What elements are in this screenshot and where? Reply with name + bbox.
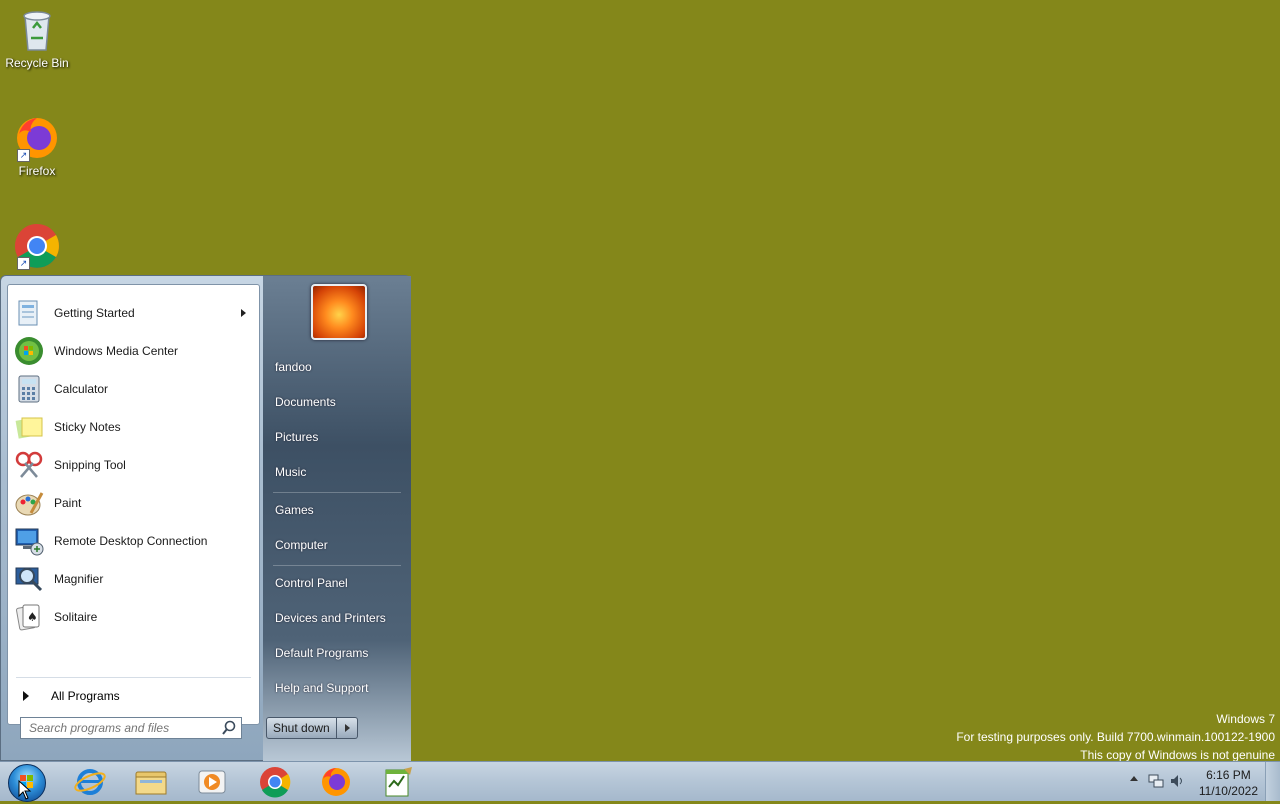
watermark-line: For testing purposes only. Build 7700.wi… [956, 730, 1275, 744]
program-label: Calculator [54, 382, 109, 396]
internet-explorer-icon [74, 769, 106, 795]
program-label: Getting Started [54, 306, 135, 320]
triangle-right-icon [23, 691, 29, 701]
shutdown-control: Shut down [266, 717, 358, 739]
mouse-cursor-icon [18, 780, 32, 800]
volume-icon[interactable] [1169, 773, 1185, 792]
program-calculator[interactable]: Calculator [11, 372, 256, 406]
menu-item-devices-printers[interactable]: Devices and Printers [275, 611, 386, 625]
program-solitaire[interactable]: ♠ Solitaire [11, 600, 256, 634]
search-box[interactable] [20, 717, 242, 739]
remote-desktop-icon [13, 525, 45, 557]
firefox-icon [322, 768, 350, 796]
program-magnifier[interactable]: Magnifier [11, 562, 256, 596]
program-paint[interactable]: Paint [11, 486, 256, 520]
media-center-icon [13, 335, 45, 367]
program-label: Snipping Tool [54, 458, 126, 472]
recycle-bin-icon [13, 6, 61, 54]
magnifier-icon [13, 563, 45, 595]
user-avatar[interactable] [311, 284, 367, 340]
all-programs-button[interactable]: All Programs [11, 683, 256, 709]
taskbar: 6:16 PM 11/10/2022 [0, 761, 1280, 802]
program-label: Solitaire [54, 610, 98, 624]
show-desktop-button[interactable] [1265, 762, 1280, 801]
menu-item-control-panel[interactable]: Control Panel [275, 576, 348, 590]
start-menu-programs-pane: Getting Started Windows Media Center Cal… [7, 284, 260, 725]
snipping-tool-icon [13, 449, 45, 481]
program-label: Magnifier [54, 572, 104, 586]
program-label: Remote Desktop Connection [54, 534, 208, 548]
program-label: Paint [54, 496, 82, 510]
submenu-arrow-icon [241, 309, 246, 317]
menu-item-computer[interactable]: Computer [275, 538, 328, 552]
menu-item-games[interactable]: Games [275, 503, 314, 517]
program-label: Sticky Notes [54, 420, 121, 434]
search-input[interactable] [21, 720, 220, 736]
separator [273, 565, 401, 566]
chrome-icon: ↗ [13, 222, 61, 270]
desktop-icon-chrome[interactable]: ↗ [4, 222, 70, 272]
clock-time: 6:16 PM [1206, 768, 1251, 782]
clock-date: 11/10/2022 [1198, 784, 1258, 798]
menu-item-user[interactable]: fandoo [275, 360, 312, 374]
watermark-line: Windows 7 [1216, 712, 1275, 726]
desktop-icon-label: Recycle Bin [5, 56, 69, 70]
sticky-notes-icon [13, 411, 45, 443]
paint-icon [13, 487, 45, 519]
shutdown-button[interactable]: Shut down [266, 717, 337, 739]
desktop-icon-firefox[interactable]: ↗ Firefox [4, 114, 70, 178]
calculator-icon [13, 373, 45, 405]
windows-explorer-icon [135, 771, 167, 795]
menu-item-help-support[interactable]: Help and Support [275, 681, 368, 695]
show-hidden-icons-button[interactable] [1130, 776, 1138, 781]
shortcut-arrow-icon: ↗ [17, 149, 30, 162]
search-icon[interactable] [220, 719, 238, 737]
start-menu-places-pane: fandoo Documents Pictures Music Games Co… [263, 276, 411, 762]
chrome-icon [260, 767, 291, 798]
desktop-icon-label: Firefox [18, 164, 56, 178]
program-sticky-notes[interactable]: Sticky Notes [11, 410, 256, 444]
separator [16, 677, 251, 678]
taskbar-firefox[interactable] [312, 765, 360, 799]
start-menu: Getting Started Windows Media Center Cal… [0, 275, 411, 762]
taskbar-windows-explorer[interactable] [127, 765, 175, 799]
firefox-icon: ↗ [13, 114, 61, 162]
desktop-icon-recycle-bin[interactable]: Recycle Bin [4, 6, 70, 70]
program-label: Windows Media Center [54, 344, 179, 358]
taskbar-media-player[interactable] [188, 765, 236, 799]
menu-item-pictures[interactable]: Pictures [275, 430, 318, 444]
separator [273, 492, 401, 493]
clock[interactable]: 6:16 PM 11/10/2022 [1199, 767, 1258, 799]
svg-text:♠: ♠ [27, 610, 38, 624]
program-windows-media-center[interactable]: Windows Media Center [11, 334, 256, 368]
menu-item-default-programs[interactable]: Default Programs [275, 646, 368, 660]
solitaire-icon: ♠ [13, 601, 45, 633]
network-icon[interactable] [1148, 773, 1164, 792]
shutdown-options-button[interactable] [336, 717, 358, 739]
shortcut-arrow-icon: ↗ [17, 257, 30, 270]
media-player-icon [198, 770, 226, 794]
program-getting-started[interactable]: Getting Started [11, 296, 256, 330]
system-tray: 6:16 PM 11/10/2022 [1110, 762, 1280, 801]
program-snipping-tool[interactable]: Snipping Tool [11, 448, 256, 482]
program-remote-desktop[interactable]: Remote Desktop Connection [11, 524, 256, 558]
taskbar-internet-explorer[interactable] [66, 765, 114, 799]
all-programs-label: All Programs [51, 689, 120, 703]
os-watermark: Windows 7 For testing purposes only. Bui… [956, 710, 1275, 764]
menu-item-documents[interactable]: Documents [275, 395, 336, 409]
menu-item-music[interactable]: Music [275, 465, 306, 479]
taskbar-chrome[interactable] [251, 765, 299, 799]
notepad-icon [385, 767, 412, 797]
getting-started-icon [13, 297, 45, 329]
taskbar-notepad[interactable] [374, 765, 422, 799]
